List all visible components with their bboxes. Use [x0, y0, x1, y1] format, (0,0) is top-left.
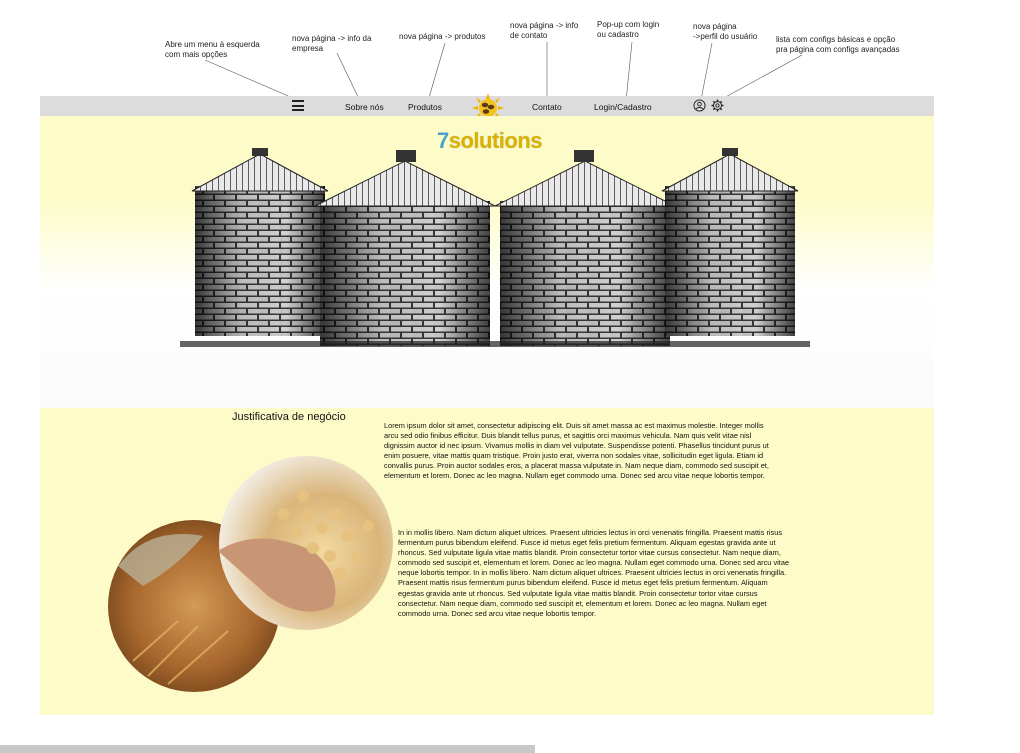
hero-banner: 7solutions	[40, 116, 934, 408]
annotation-products: nova página -> produtos	[399, 32, 486, 41]
paragraph-2: In in mollis libero. Nam dictum aliquet …	[398, 528, 790, 618]
gear-icon[interactable]	[711, 99, 724, 112]
annotation-login: Pop-up com login ou cadastro	[597, 20, 660, 39]
nav-link-about[interactable]: Sobre nós	[345, 102, 384, 112]
annotation-contact: nova página -> info de contato	[510, 21, 579, 40]
user-profile-icon[interactable]	[693, 99, 706, 112]
nav-link-login[interactable]: Login/Cadastro	[594, 102, 652, 112]
nav-link-contact[interactable]: Contato	[532, 102, 562, 112]
nav-link-products[interactable]: Produtos	[408, 102, 442, 112]
annotation-about: nova página -> info da empresa	[292, 34, 372, 53]
business-justification-section: Justificativa de negócio Lorem ipsum dol…	[40, 408, 934, 715]
grain-silos-illustration	[180, 148, 810, 347]
grain-photo-collage	[108, 456, 393, 692]
paragraph-1: Lorem ipsum dolor sit amet, consectetur …	[384, 421, 769, 481]
section-title: Justificativa de negócio	[232, 411, 346, 423]
annotation-profile: nova página ->perfil do usuário	[693, 22, 758, 41]
annotation-settings: lista com configs básicas e opção pra pá…	[776, 35, 900, 54]
top-navbar: Sobre nós Produtos Contato Login/Cadastr…	[40, 93, 934, 123]
annotation-menu: Abre um menu à esquerda com mais opções	[165, 40, 260, 59]
horizontal-scrollbar[interactable]	[0, 745, 535, 753]
hamburger-menu-icon[interactable]	[292, 100, 304, 111]
